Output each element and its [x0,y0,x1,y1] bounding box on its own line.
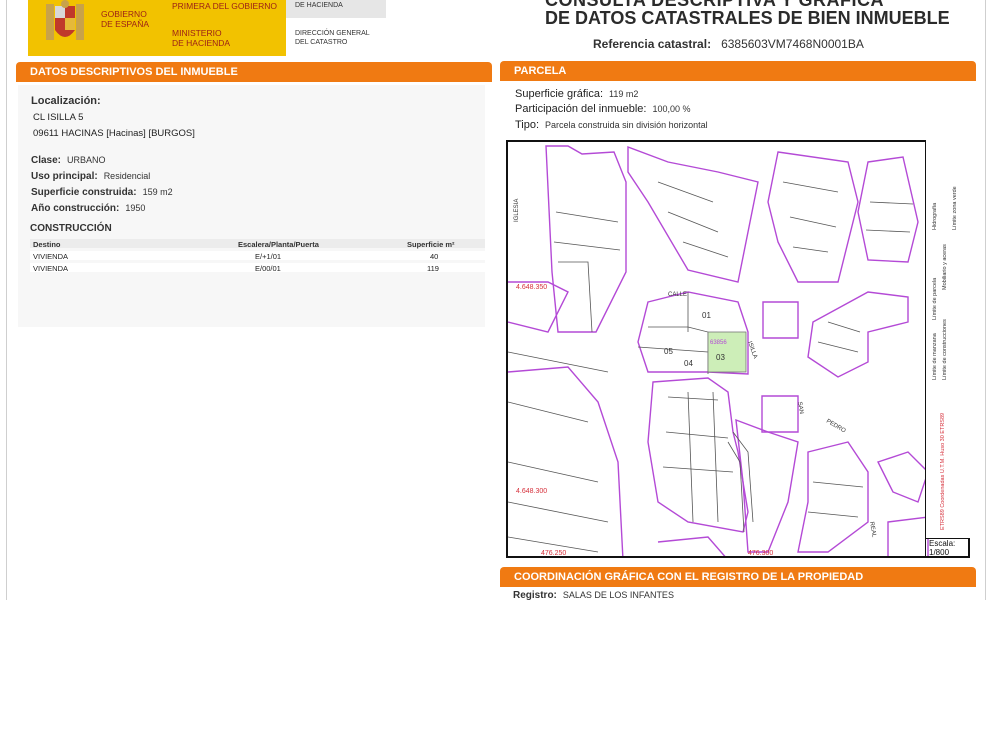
section-datos-descriptivos: DATOS DESCRIPTIVOS DEL INMUEBLE [16,62,492,82]
address-line-1: CL ISILLA 5 [33,112,84,123]
th-superficie: Superficie m² [407,240,455,249]
participacion-row: Participación del inmueble: 100,00 % [515,103,691,115]
tipo-row: Tipo: Parcela construida sin división hor… [515,119,708,131]
ref-label: Referencia catastral: [593,37,712,51]
cell-escalera-1: E/+1/01 [255,252,282,261]
label-san: SAN [796,401,804,414]
catastro-document: GOBIERNO DE ESPAÑA PRIMERA DEL GOBIERNO … [0,0,993,600]
dg-line-2: DEL CATASTRO [295,39,348,46]
superficie-row: Superficie construida: 159 m2 [31,187,173,198]
blank-area [0,600,993,744]
legend-mobiliario: Mobiliario y aceras [942,244,948,290]
hacienda-small: DE HACIENDA [295,2,343,9]
address-line-2: 09611 HACINAS [Hacinas] [BURGOS] [33,128,195,139]
page-edge-left [6,0,7,600]
gov-primera: PRIMERA DEL GOBIERNO [172,1,278,11]
cell-destino-2: VIVIENDA [33,264,69,273]
cell-escalera-2: E/00/01 [255,264,281,273]
section-coordinacion: COORDINACIÓN GRÁFICA CON EL REGISTRO DE … [500,567,976,587]
coord-y2: 4.648.300 [516,488,547,495]
th-escalera: Escalera/Planta/Puerta [238,240,319,249]
highlighted-parcel [707,331,747,373]
clase-row: Clase: URBANO [31,155,106,166]
label-iglesia: IGLESIA [514,199,520,222]
legend-hidrografia: Hidrografía [932,202,938,230]
localizacion-label: Localización: [31,95,101,107]
coord-x1: 476.250 [541,550,566,557]
gov-line-1: GOBIERNO [101,9,147,19]
construccion-title: CONSTRUCCIÓN [30,223,112,234]
map-legend: Límite de manzana Límite de parcela Lími… [925,140,971,538]
label-highlight-code: 63856 [710,340,727,346]
label-parcel-03: 03 [716,353,725,362]
ref-value: 6385603VM7468N0001BA [721,37,864,51]
coord-y1: 4.648.350 [516,284,547,291]
legend-manzana: Límite de manzana [932,333,938,380]
legend-zona-verde: Límite zona verde [952,186,958,230]
cell-superficie-1: 40 [430,252,439,261]
legend-construcciones: Límite de construcciones [942,319,948,380]
map-scale: Escala: 1/800 [925,538,970,558]
label-real: REAL [868,521,877,538]
page-edge-right [985,0,986,600]
gov-line-2: DE ESPAÑA [101,19,150,29]
label-parcel-01: 01 [702,311,711,320]
coat-of-arms-icon [46,0,84,40]
map-drawing: 01 03 04 05 CALLE 63856 ISILLA IGLESIA S… [508,145,929,557]
ministerio-line-1: MINISTERIO [172,28,222,38]
coord-x2: 476.300 [748,550,773,557]
registro-row: Registro: SALAS DE LOS INFANTES [513,590,674,600]
ministerio-line-2: DE HACIENDA [172,38,231,48]
th-destino: Destino [33,240,61,249]
label-parcel-04: 04 [684,359,693,368]
page-title: DE DATOS CATASTRALES DE BIEN INMUEBLE [545,8,950,28]
cadastral-map: 01 03 04 05 CALLE 63856 ISILLA IGLESIA S… [506,140,970,558]
uso-row: Uso principal: Residencial [31,171,151,182]
cell-superficie-2: 119 [427,264,439,273]
label-pedro: PEDRO [825,419,847,435]
dg-line-1: DIRECCIÓN GENERAL [295,30,370,37]
cell-destino-1: VIVIENDA [33,252,69,261]
legend-parcela: Límite de parcela [932,277,938,320]
legend-crs: ETRS89 Coordenadas U.T.M. Huso 30 ETRS89 [940,412,946,530]
anio-row: Año construcción: 1950 [31,203,146,214]
referencia-catastral: Referencia catastral: 6385603VM7468N0001B… [593,37,864,51]
label-parcel-05: 05 [664,347,673,356]
label-calle: CALLE [668,292,687,298]
section-parcela: PARCELA [500,61,976,81]
superficie-grafica-row: Superficie gráfica: 119 m2 [515,88,639,100]
